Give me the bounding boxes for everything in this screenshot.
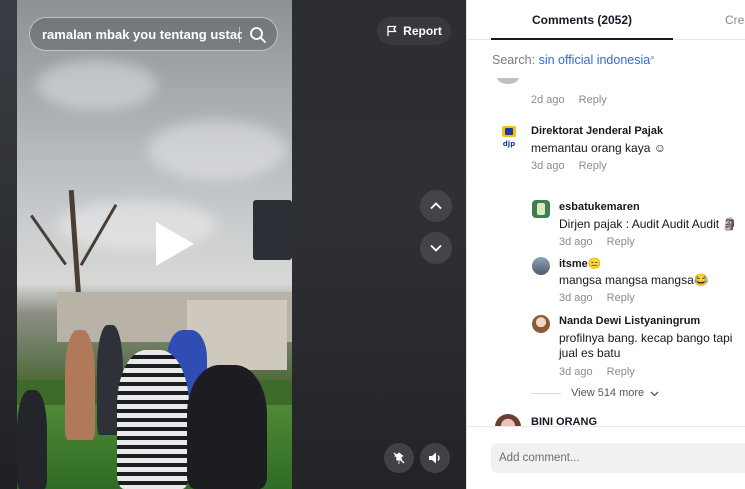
chevron-down-icon (430, 244, 442, 252)
chevron-up-icon (430, 202, 442, 210)
chevron-down-icon (650, 391, 659, 397)
floating-player-button[interactable] (384, 443, 414, 473)
reply-text: mangsa mangsa mangsa😂 (559, 273, 709, 287)
reply-button[interactable]: Reply (579, 160, 607, 172)
report-button[interactable]: Report (377, 17, 451, 45)
tab-comments[interactable]: Comments (2052) (467, 0, 697, 40)
reply-time: 3d ago (559, 236, 593, 248)
report-label: Report (403, 24, 442, 38)
reply-username[interactable]: Nanda Dewi Listyaningrum (559, 315, 700, 327)
pin-icon (393, 452, 405, 464)
view-more-label: View 514 more (571, 387, 645, 399)
panel-tabs: Comments (2052) Crea (467, 0, 745, 40)
comment-time: 2d ago (531, 94, 565, 106)
comment-list[interactable]: 2d ago Reply djp Direktorat Jenderal Paja… (467, 78, 745, 426)
reply-username[interactable]: esbatukemaren (559, 201, 640, 213)
reply-button[interactable]: Reply (607, 366, 635, 378)
reply-button[interactable]: Reply (607, 236, 635, 248)
search-icon[interactable] (249, 26, 267, 44)
next-video-button[interactable] (420, 232, 452, 264)
comment-meta: 2d ago Reply (531, 94, 607, 106)
reply-button[interactable]: Reply (579, 94, 607, 106)
tab-creator-videos[interactable]: Crea (725, 0, 745, 40)
search-icon: ⌕ (650, 53, 655, 62)
add-comment-input[interactable]: Add comment... (491, 443, 745, 473)
avatar[interactable] (495, 414, 521, 426)
video-blur-background-left (0, 0, 17, 489)
volume-icon (429, 452, 440, 464)
reply-text: Dirjen pajak : Audit Audit Audit 🗿 (559, 217, 738, 231)
avatar[interactable]: djp (497, 125, 521, 149)
avatar[interactable] (532, 257, 550, 275)
reply-username[interactable]: itsme😑 (559, 257, 601, 270)
reply-time: 3d ago (559, 292, 593, 304)
djp-logo-icon: djp (502, 126, 516, 148)
search-divider (239, 27, 240, 43)
avatar[interactable] (532, 315, 550, 333)
comments-panel: Comments (2052) Crea Search: sin officia… (466, 0, 745, 489)
tab-active-underline (491, 38, 673, 40)
reply-meta: 3d ago Reply (559, 366, 635, 378)
comment-username[interactable]: BINI ORANG (531, 416, 597, 426)
reply-time: 3d ago (559, 366, 593, 378)
reply-meta: 3d ago Reply (559, 236, 635, 248)
reply-text-line: profilnya bang. kecap bango tapi (559, 331, 733, 345)
reply-text-line: jual es batu (559, 346, 621, 360)
video-frame[interactable] (17, 0, 292, 489)
volume-button[interactable] (420, 443, 450, 473)
view-more-divider (531, 393, 561, 394)
view-more-replies-button[interactable]: View 514 more (571, 387, 659, 399)
play-icon[interactable] (156, 222, 194, 266)
comment-text-cropped (531, 78, 671, 85)
search-prefix: Search: (492, 53, 539, 67)
composer-divider (467, 426, 745, 427)
flag-icon (387, 25, 397, 36)
video-player[interactable]: ramalan mbak you tentang ustad... Report (0, 0, 466, 489)
comment-username[interactable]: Direktorat Jenderal Pajak (531, 125, 663, 137)
comment-search-banner: Search: sin official indonesia⌕ (492, 53, 655, 67)
speaker (253, 200, 292, 260)
avatar[interactable] (497, 78, 519, 84)
comment-text: memantau orang kaya ☺ (531, 141, 666, 155)
avatar[interactable] (532, 200, 550, 218)
video-search-bar[interactable]: ramalan mbak you tentang ustad... (29, 17, 278, 51)
reply-button[interactable]: Reply (607, 292, 635, 304)
comment-time: 3d ago (531, 160, 565, 172)
reply-meta: 3d ago Reply (559, 292, 635, 304)
comment-meta: 3d ago Reply (531, 160, 607, 172)
previous-video-button[interactable] (420, 190, 452, 222)
tab-comments-label: Comments (2052) (531, 13, 633, 27)
svg-text:djp: djp (503, 140, 515, 148)
search-query[interactable]: ramalan mbak you tentang ustad... (42, 27, 242, 42)
search-keyword-link[interactable]: sin official indonesia (539, 53, 651, 67)
